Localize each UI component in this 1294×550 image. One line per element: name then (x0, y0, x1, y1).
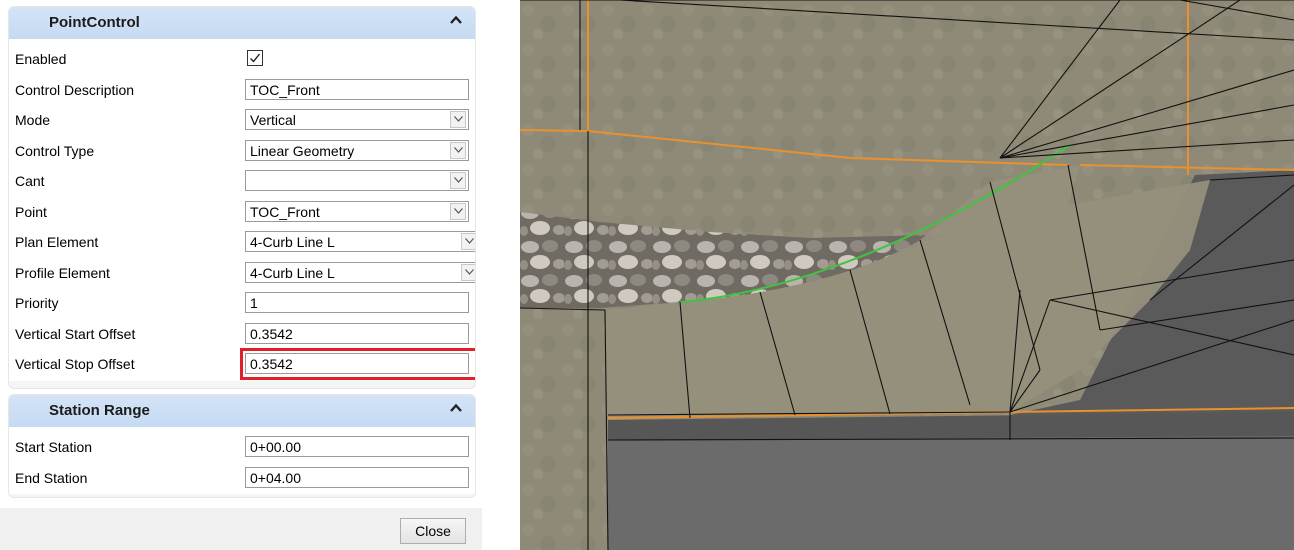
chevron-down-icon (465, 268, 474, 275)
plan-element-select[interactable]: 4-Curb Line L (245, 231, 475, 252)
dropdown-button[interactable] (461, 233, 475, 250)
vertical-start-offset-label: Vertical Start Offset (15, 325, 136, 342)
start-station-value: 0+00.00 (250, 439, 301, 455)
point-select[interactable]: TOC_Front (245, 200, 469, 222)
cant-select[interactable] (245, 170, 469, 191)
end-station-label: End Station (15, 469, 88, 486)
profile-element-label: Profile Element (15, 264, 110, 281)
control-description-input[interactable]: TOC_Front (245, 78, 469, 100)
cant-row: Cant (9, 167, 475, 198)
control-type-row: Control Type Linear Geometry (9, 137, 475, 168)
mode-row: Mode Vertical (9, 106, 475, 137)
mode-value: Vertical (250, 112, 296, 128)
profile-element-value: 4-Curb Line L (250, 264, 335, 281)
vertical-stop-offset-label: Vertical Stop Offset (15, 356, 135, 372)
chevron-down-icon (454, 207, 463, 214)
enabled-checkbox[interactable] (247, 50, 263, 66)
control-type-value: Linear Geometry (250, 142, 355, 159)
priority-row: Priority 1 (9, 289, 475, 320)
point-control-section: PointControl Enabled Control Description… (8, 6, 476, 389)
chevron-down-icon (454, 177, 463, 183)
section-title: PointControl (49, 14, 140, 31)
dropdown-button[interactable] (450, 141, 466, 159)
point-control-panel: PointControl Enabled Control Description… (0, 0, 482, 550)
station-range-section: Station Range Start Station 0+00.00 End … (8, 394, 476, 498)
end-station-row: End Station 0+04.00 (9, 464, 475, 495)
control-description-label: Control Description (15, 81, 135, 98)
enabled-label: Enabled (15, 51, 67, 67)
section-title: Station Range (49, 402, 150, 419)
dropdown-button[interactable] (461, 263, 475, 281)
dropdown-button[interactable] (450, 111, 466, 128)
priority-label: Priority (15, 295, 59, 311)
vertical-start-offset-row: Vertical Start Offset 0.3542 (9, 320, 475, 351)
model-render (520, 0, 1294, 550)
cant-label: Cant (15, 173, 45, 189)
highlight-box (240, 348, 475, 380)
end-station-value: 0+04.00 (250, 469, 301, 486)
plan-element-row: Plan Element 4-Curb Line L (9, 228, 475, 259)
chevron-down-icon (454, 146, 463, 153)
control-type-label: Control Type (15, 142, 95, 159)
enabled-row: Enabled (9, 45, 475, 76)
chevron-up-icon[interactable] (449, 401, 463, 415)
vertical-start-offset-value: 0.3542 (250, 325, 293, 342)
point-control-header[interactable]: PointControl (9, 7, 475, 39)
start-station-row: Start Station 0+00.00 (9, 433, 475, 464)
close-button[interactable]: Close (400, 518, 466, 544)
control-type-select[interactable]: Linear Geometry (245, 139, 469, 161)
plan-element-label: Plan Element (15, 234, 99, 250)
vertical-start-offset-input[interactable]: 0.3542 (245, 322, 469, 344)
plan-element-value: 4-Curb Line L (250, 234, 335, 250)
chevron-up-icon[interactable] (449, 13, 463, 27)
profile-element-select[interactable]: 4-Curb Line L (245, 261, 475, 283)
end-station-input[interactable]: 0+04.00 (245, 466, 469, 488)
mode-label: Mode (15, 112, 51, 128)
chevron-down-icon (454, 116, 463, 122)
vertical-stop-offset-row: Vertical Stop Offset 0.3542 (9, 348, 475, 381)
station-range-header[interactable]: Station Range (9, 395, 475, 427)
control-description-row: Control Description TOC_Front (9, 76, 475, 107)
control-description-value: TOC_Front (250, 81, 320, 98)
checkmark-icon (250, 53, 261, 63)
mode-select[interactable]: Vertical (245, 109, 469, 130)
point-label: Point (15, 203, 47, 220)
profile-element-row: Profile Element 4-Curb Line L (9, 259, 475, 290)
model-viewport[interactable] (520, 0, 1294, 550)
point-row: Point TOC_Front (9, 198, 475, 229)
priority-input[interactable]: 1 (245, 292, 469, 313)
start-station-label: Start Station (15, 439, 93, 455)
priority-value: 1 (250, 295, 258, 311)
dialog-footer: Close (0, 508, 482, 550)
start-station-input[interactable]: 0+00.00 (245, 436, 469, 457)
chevron-down-icon (465, 238, 474, 244)
point-value: TOC_Front (250, 203, 320, 220)
dropdown-button[interactable] (450, 202, 466, 220)
dropdown-button[interactable] (450, 172, 466, 189)
